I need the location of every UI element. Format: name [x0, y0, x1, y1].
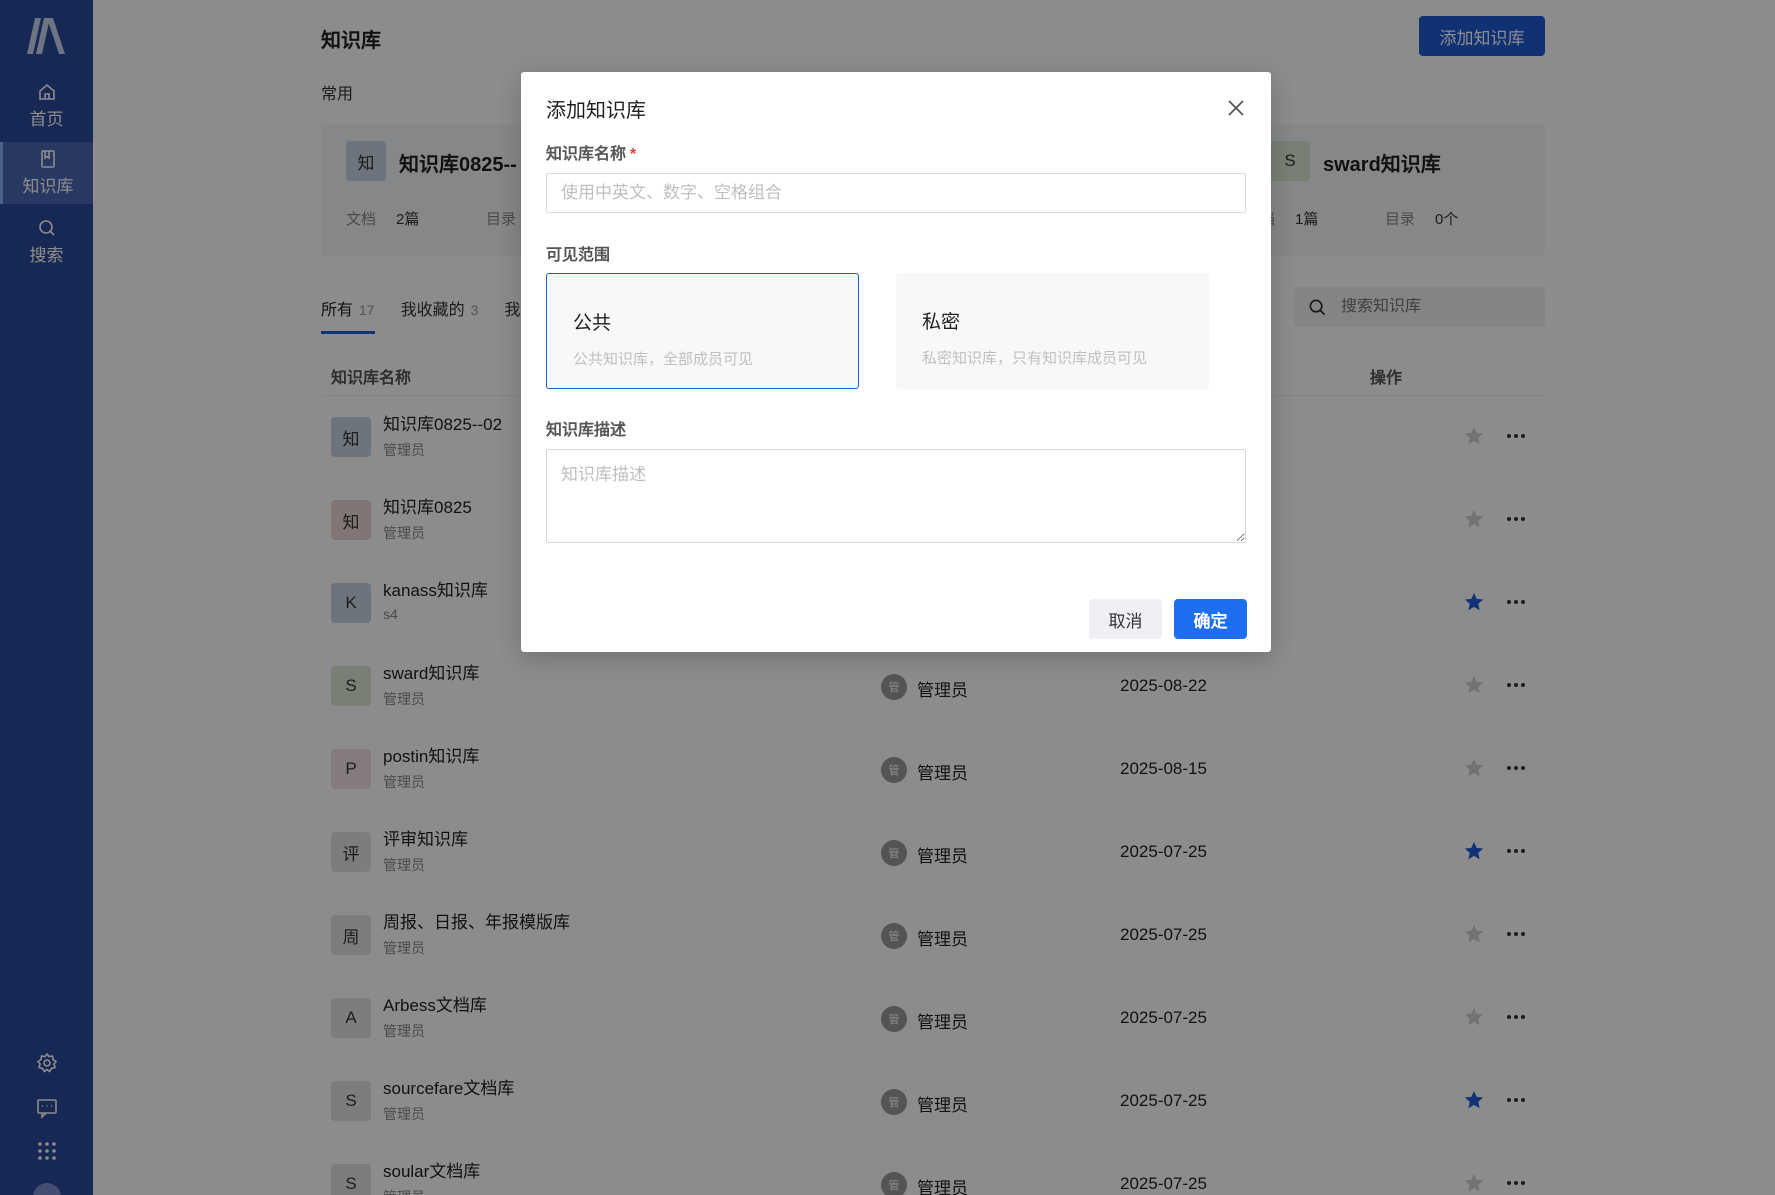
description-field[interactable] — [546, 449, 1246, 543]
description-label: 知识库描述 — [546, 422, 627, 439]
confirm-button[interactable]: 确定 — [1174, 599, 1247, 639]
visibility-option-title: 公共 — [573, 313, 612, 334]
name-field-label: 知识库名称 * — [546, 146, 637, 163]
name-field[interactable] — [546, 173, 1246, 213]
required-mark: * — [630, 146, 637, 163]
visibility-private-option[interactable]: 私密 私密知识库，只有知识库成员可见 — [896, 273, 1209, 389]
visibility-public-option[interactable]: 公共 公共知识库，全部成员可见 — [546, 273, 859, 389]
add-knowledge-base-dialog: 添加知识库 知识库名称* 可见范围 公共 公共知识库，全部成员可见 私密 私密知… — [521, 72, 1271, 652]
visibility-option-title: 私密 — [922, 312, 961, 333]
visibility-option-desc: 公共知识库，全部成员可见 — [573, 351, 754, 368]
close-icon[interactable] — [1224, 96, 1248, 120]
visibility-label: 可见范围 — [546, 247, 611, 264]
visibility-option-desc: 私密知识库，只有知识库成员可见 — [922, 350, 1148, 367]
dialog-title: 添加知识库 — [546, 100, 646, 122]
cancel-button[interactable]: 取消 — [1089, 599, 1162, 639]
